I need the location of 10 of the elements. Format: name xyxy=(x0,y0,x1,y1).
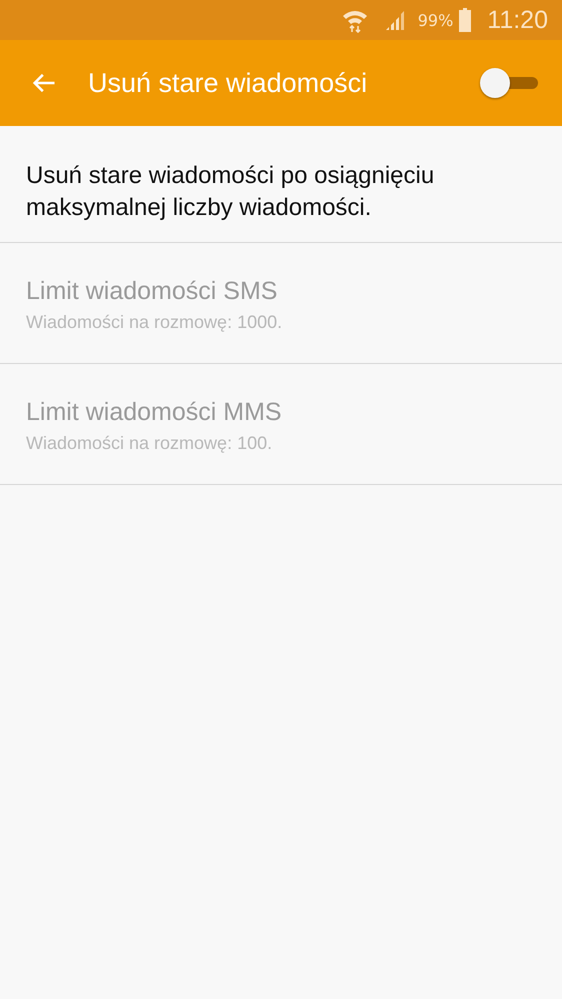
screen-title: Usuń stare wiadomości xyxy=(88,68,368,98)
item-summary: Wiadomości na rozmowę: 1000. xyxy=(26,312,284,333)
item-summary: Wiadomości na rozmowę: 100. xyxy=(26,433,274,454)
item-title: Limit wiadomości SMS xyxy=(26,277,278,306)
description-text: Usuń stare wiadomości po osiągnięciu maksymalnej liczby wiadomości. xyxy=(26,162,434,221)
battery-icon xyxy=(459,8,472,32)
toggle-switch[interactable] xyxy=(480,68,540,98)
item-title: Limit wiadomości MMS xyxy=(26,398,283,427)
battery-percent: 99% xyxy=(418,10,454,30)
clock: 11:20 xyxy=(487,6,548,34)
